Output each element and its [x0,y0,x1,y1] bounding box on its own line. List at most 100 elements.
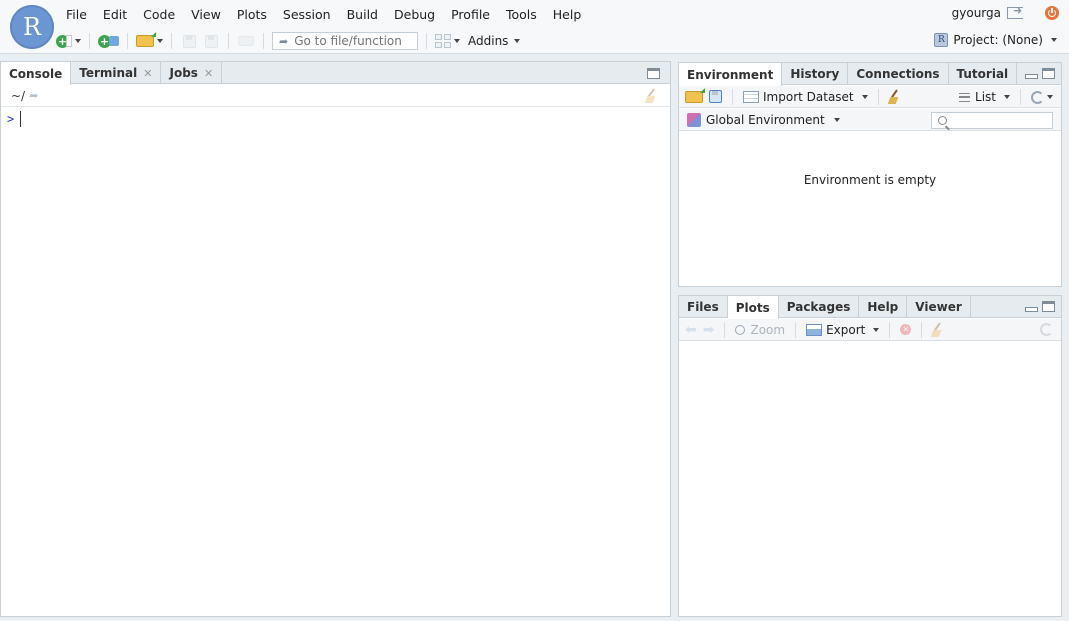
user-area: gyourga [952,4,1059,20]
menu-file[interactable]: File [58,6,95,24]
clear-plots-icon[interactable] [932,323,946,337]
menu-tools[interactable]: Tools [498,6,545,24]
chevron-down-icon [514,39,521,43]
open-file-button[interactable] [136,32,163,50]
minimize-icon[interactable] [1025,307,1038,312]
project-label: Project: (None) [953,33,1043,47]
save-workspace-icon[interactable] [709,90,722,103]
tab-connections[interactable]: Connections [848,63,949,85]
console-tabbar: Console Terminal ✕ Jobs ✕ [1,62,670,85]
zoom-label: Zoom [750,322,786,337]
table-icon [743,90,759,103]
tab-console[interactable]: Console [1,62,72,85]
zoom-button[interactable]: Zoom [735,323,785,337]
load-workspace-icon[interactable] [685,87,705,103]
export-button[interactable]: Export [806,322,880,337]
maximize-icon[interactable] [1042,68,1055,79]
tab-label: Plots [735,300,770,315]
toolbar-divider [732,88,733,105]
menu-session[interactable]: Session [275,6,339,24]
save-all-button[interactable] [202,32,220,50]
zoom-icon [735,324,746,335]
pane-controls [647,68,660,79]
menu-debug[interactable]: Debug [386,6,443,24]
back-arrow-icon[interactable]: ⬅ [685,322,697,338]
tab-files[interactable]: Files [679,296,728,318]
menu-build[interactable]: Build [339,6,386,24]
forward-arrow-icon[interactable]: ➡ [703,322,715,338]
chevron-down-icon [454,39,460,43]
list-icon [959,92,971,102]
environment-toolbar-right: List [959,86,1053,108]
tab-label: Connections [856,67,940,81]
minimize-icon[interactable] [1025,74,1038,79]
toolbar-divider [263,33,264,49]
tab-label: Tutorial [956,67,1009,81]
close-icon[interactable]: ✕ [143,67,152,80]
console-output[interactable]: > [1,108,670,616]
folder-icon [136,32,156,47]
new-project-button[interactable]: + [98,32,119,50]
environment-search-input[interactable] [951,114,1047,127]
tab-viewer[interactable]: Viewer [907,296,971,318]
toolbar-divider [89,33,90,49]
r-logo: R [10,5,54,49]
tab-terminal[interactable]: Terminal ✕ [71,62,162,84]
view-mode-button[interactable]: List [959,90,1010,104]
menu-profile[interactable]: Profile [443,6,498,24]
refresh-icon[interactable] [1040,323,1053,336]
layout-button[interactable] [435,32,460,50]
toolbar-divider [1020,89,1021,105]
environment-icon [687,112,701,127]
goto-file-function[interactable]: ➦ [272,32,418,50]
console-pane: Console Terminal ✕ Jobs ✕ ~/ ➦ > [0,61,671,617]
power-icon[interactable] [1045,6,1059,20]
tab-plots[interactable]: Plots [727,296,779,319]
refresh-button[interactable] [1031,90,1053,104]
remove-plot-icon[interactable]: ✕ [900,324,912,335]
goto-input[interactable] [294,34,405,48]
restore-icon[interactable] [647,68,660,79]
close-icon[interactable]: ✕ [204,67,213,80]
environment-toolbar: Import Dataset List [679,86,1061,108]
chevron-down-icon [833,117,840,122]
menu-bar: File Edit Code View Plots Session Build … [58,6,589,24]
import-dataset-button[interactable]: Import Dataset [743,90,868,104]
menu-code[interactable]: Code [135,6,183,24]
environment-search[interactable] [931,112,1053,129]
tab-label: Files [687,300,719,314]
addins-label: Addins [468,34,509,48]
clear-console-icon[interactable] [646,89,660,103]
maximize-icon[interactable] [1042,301,1055,312]
tab-history[interactable]: History [782,63,849,85]
scope-selector[interactable]: Global Environment [687,112,840,127]
chevron-down-icon [873,327,880,332]
export-label: Export [826,322,866,337]
menu-edit[interactable]: Edit [95,6,135,24]
tab-jobs[interactable]: Jobs ✕ [161,62,223,84]
clear-objects-icon[interactable] [889,90,903,104]
menu-plots[interactable]: Plots [229,6,275,24]
toolbar-divider [171,33,172,49]
tab-packages[interactable]: Packages [779,296,860,318]
tab-environment[interactable]: Environment [679,63,783,86]
toolbar-divider [127,33,128,49]
tab-tutorial[interactable]: Tutorial [949,63,1018,85]
print-button[interactable] [237,32,255,50]
project-menu[interactable]: R Project: (None) [934,33,1057,47]
environment-tabbar: Environment History Connections Tutorial [679,63,1061,86]
sign-out-icon[interactable] [1007,4,1023,19]
environment-scope-bar: Global Environment [679,109,1061,131]
go-to-directory-icon[interactable]: ➦ [29,89,38,102]
tab-label: Viewer [915,300,962,314]
new-file-button[interactable]: + [56,32,81,50]
tab-label: Packages [786,300,851,314]
addins-button[interactable]: Addins [468,32,521,50]
pane-controls [1025,301,1055,312]
save-button[interactable] [180,32,198,50]
files-tabbar: Files Plots Packages Help Viewer [679,296,1061,319]
menu-view[interactable]: View [183,6,229,24]
toolbar: + + ➦ Addins [56,30,521,52]
tab-help[interactable]: Help [859,296,908,318]
menu-help[interactable]: Help [545,6,590,24]
